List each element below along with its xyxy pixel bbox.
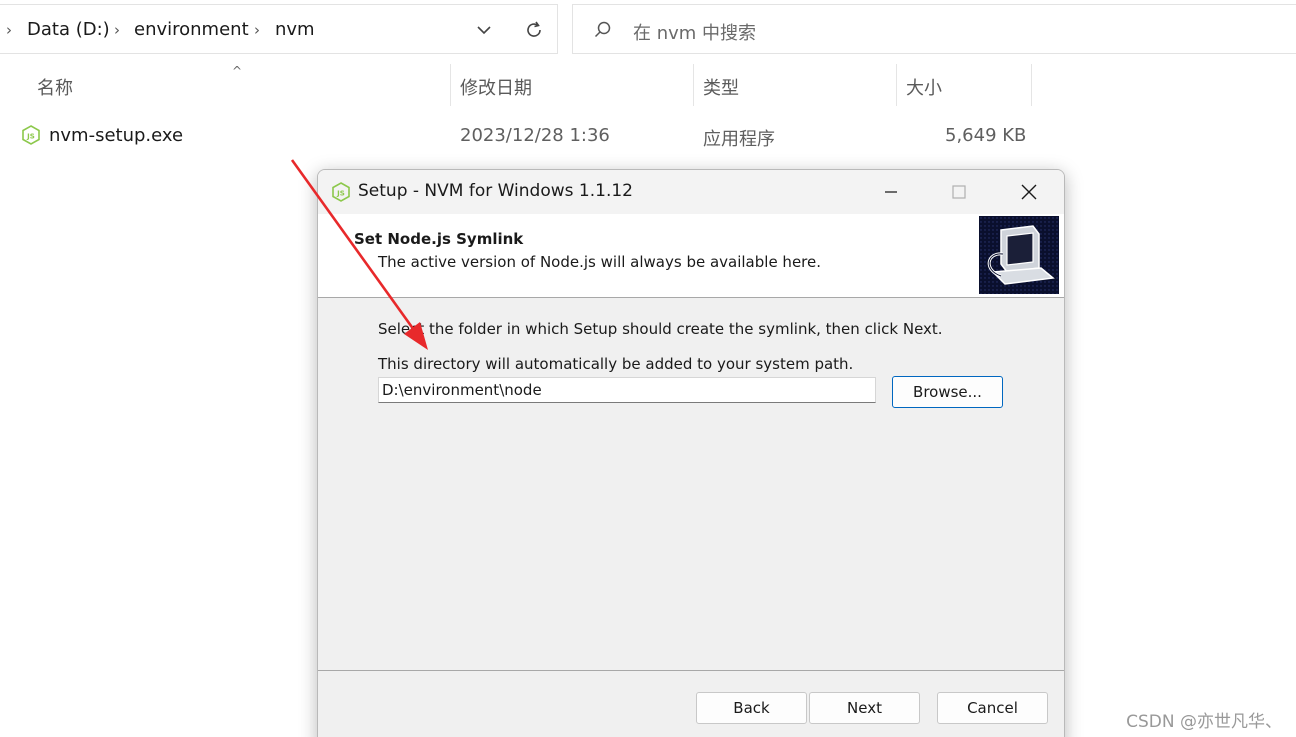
- file-row[interactable]: JS nvm-setup.exe 2023/12/28 1:36 应用程序 5,…: [0, 118, 1040, 154]
- column-header-name[interactable]: 名称: [37, 74, 73, 100]
- breadcrumb-nvm[interactable]: nvm: [275, 19, 315, 40]
- file-modified: 2023/12/28 1:36: [460, 125, 610, 146]
- path-note-text: This directory will automatically be add…: [378, 355, 854, 373]
- breadcrumb-environment[interactable]: environment: [134, 19, 249, 40]
- watermark-text: CSDN @亦世凡华、: [1126, 712, 1282, 732]
- browse-button[interactable]: Browse...: [892, 376, 1003, 408]
- footer-divider: [318, 670, 1064, 671]
- column-divider[interactable]: [693, 64, 694, 106]
- wizard-step-title: Set Node.js Symlink: [354, 230, 524, 248]
- column-divider[interactable]: [1031, 64, 1032, 106]
- column-divider[interactable]: [450, 64, 451, 106]
- column-header-size[interactable]: 大小: [906, 74, 942, 100]
- breadcrumb-drive[interactable]: Data (D:): [27, 19, 110, 40]
- search-box[interactable]: 在 nvm 中搜索: [572, 4, 1296, 54]
- svg-text:JS: JS: [26, 133, 35, 141]
- dialog-title: Setup - NVM for Windows 1.1.12: [358, 181, 633, 201]
- nodejs-icon: JS: [22, 125, 40, 145]
- chevron-down-icon[interactable]: [472, 18, 496, 42]
- wizard-step-subtitle: The active version of Node.js will alway…: [378, 253, 822, 271]
- wizard-header: Set Node.js Symlink The active version o…: [318, 214, 1064, 298]
- file-size: 5,649 KB: [945, 125, 1027, 146]
- sort-ascending-icon: ^: [232, 64, 243, 78]
- column-header-modified[interactable]: 修改日期: [460, 74, 532, 100]
- close-button[interactable]: [994, 170, 1064, 214]
- maximize-icon: [952, 185, 966, 199]
- refresh-icon[interactable]: [522, 18, 546, 42]
- column-divider[interactable]: [896, 64, 897, 106]
- minimize-button[interactable]: [856, 170, 926, 214]
- back-button[interactable]: Back: [696, 692, 807, 724]
- search-icon: [594, 21, 611, 38]
- screenshot-root: › Data (D:) › environment › nvm 在 nvm 中搜…: [0, 0, 1296, 737]
- chevron-right-icon[interactable]: ›: [254, 21, 260, 39]
- file-name[interactable]: nvm-setup.exe: [49, 125, 183, 146]
- setup-dialog: JS Setup - NVM for Windows 1.1.12 Set No…: [317, 169, 1065, 737]
- instruction-text: Select the folder in which Setup should …: [378, 320, 943, 338]
- search-placeholder[interactable]: 在 nvm 中搜索: [633, 19, 756, 45]
- address-bar[interactable]: › Data (D:) › environment › nvm: [0, 4, 558, 54]
- dialog-titlebar[interactable]: JS Setup - NVM for Windows 1.1.12: [318, 170, 1064, 214]
- chevron-right-icon[interactable]: ›: [6, 21, 12, 39]
- next-button[interactable]: Next: [809, 692, 920, 724]
- chevron-right-icon[interactable]: ›: [114, 21, 120, 39]
- nodejs-icon: JS: [332, 182, 350, 202]
- cancel-button[interactable]: Cancel: [937, 692, 1048, 724]
- file-type: 应用程序: [703, 129, 775, 150]
- column-header-type[interactable]: 类型: [703, 74, 739, 100]
- minimize-icon: [885, 191, 897, 193]
- symlink-path-input[interactable]: [378, 377, 876, 403]
- installer-computer-image: [979, 216, 1059, 294]
- maximize-button[interactable]: [924, 170, 994, 214]
- svg-text:JS: JS: [336, 190, 345, 198]
- close-icon: [1021, 184, 1037, 200]
